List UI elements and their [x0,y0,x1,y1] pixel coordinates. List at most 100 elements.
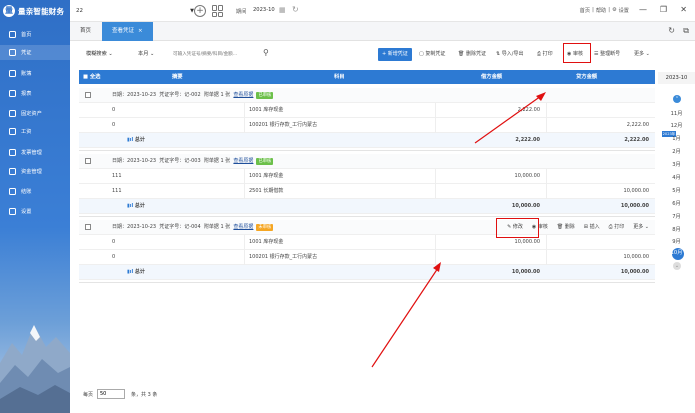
period-value[interactable]: 2023-10 [253,7,275,13]
sidebar-item-funds[interactable]: 资金管理 [0,164,70,179]
minimize-icon[interactable]: — [639,5,647,14]
entry-row: 0 100201 银行存款_工行内蒙古 2,222.00 [79,118,655,133]
asset-icon [9,110,16,117]
trash-icon: 🗑 [556,224,565,230]
calendar-icon[interactable]: ▦ [279,6,286,14]
month-item[interactable]: 3月 [658,161,695,170]
sidebar-item-invoices[interactable]: 发票管理 [0,145,70,160]
month-item[interactable]: 5月 [658,187,695,196]
chevron-down-icon[interactable]: ⌄ [673,262,681,270]
new-voucher-button[interactable]: + 新增凭证 [378,48,412,61]
sidebar-item-settings[interactable]: 设置 [0,204,70,219]
reload-icon[interactable]: ↻ [668,26,675,35]
select-all[interactable]: ■ 全选 [83,70,100,84]
refresh-icon[interactable]: ↻ [292,5,299,14]
month-item[interactable]: 1月 [658,135,695,144]
report-icon [9,90,16,97]
sidebar-item-voucher[interactable]: 凭证 [0,45,70,60]
button-label: 插入 [589,224,600,230]
entry-row: 0 100201 银行存款_工行内蒙古 10,000.00 [79,250,655,265]
sidebar-item-label: 结账 [21,189,32,195]
copy-voucher-button[interactable]: ▢ 复制凭证 [419,48,445,61]
month-item-selected[interactable]: 10月 [658,249,695,258]
voucher-group: 日期：2023-10-23 凭证字号：记-003 附单据 1 张 查看原据 已审核… [79,154,655,217]
attachment-count: 1 张 [220,158,231,164]
view-source-link[interactable]: 查看原据 [233,92,253,98]
total-credit: 2,222.00 [624,137,649,143]
sidebar-item-fixed-assets[interactable]: 固定资产 [0,106,70,121]
search-input[interactable] [173,48,265,60]
sidebar-item-payroll[interactable]: 工资 [0,124,70,139]
table-header: ■ 全选 摘要 科目 借方金额 贷方金额 [79,70,655,84]
month-item[interactable]: 8月 [658,226,695,235]
sidebar-item-closing[interactable]: 结账 [0,184,70,199]
reorder-numbers-button[interactable]: ☰ 整理断号 [594,48,620,61]
tab-bar: 首页 查看凭证 × ↻ ⧉ [70,22,695,41]
row-delete-button[interactable]: 🗑 删除 [557,220,575,235]
window-icon[interactable]: ⧉ [683,26,689,36]
insert-button[interactable]: ⊞ 插入 [584,220,600,235]
voucher-checkbox[interactable] [85,158,91,164]
voucher-checkbox[interactable] [85,92,91,98]
header-summary: 摘要 [172,74,183,80]
search-icon[interactable]: ⚲ [263,48,269,57]
row-print-button[interactable]: ⎙ 打印 [609,220,625,235]
sidebar-item-label: 发票管理 [21,150,42,156]
account-select[interactable]: 22 ▼ [76,5,194,17]
import-export-button[interactable]: ⇅ 导入/导出 [496,48,523,61]
pagination-footer: 每页 条，共 3 条 [79,387,655,401]
print-button[interactable]: ⎙ 打印 [537,48,553,61]
highlight-box-row-audit [496,218,539,238]
per-page-input[interactable] [97,389,125,399]
trash-icon: 🗑 [458,51,466,57]
entry-subject: 100201 银行存款_工行内蒙古 [249,122,318,128]
search-type-label: 模糊搜索 [86,51,107,57]
delete-voucher-button[interactable]: 🗑 删除凭证 [458,48,486,61]
chevron-down-icon: ⌄ [150,51,155,57]
scope-select[interactable]: 本月 ⌄ [138,50,154,57]
grid-apps-icon[interactable] [212,5,224,17]
top-link-help[interactable]: 帮助 [596,7,606,14]
sidebar-item-label: 首页 [21,32,32,38]
view-source-link[interactable]: 查看原据 [233,224,253,230]
sidebar-item-reports[interactable]: 报表 [0,86,70,101]
month-item[interactable]: 9月 [658,238,695,247]
chevron-up-icon[interactable]: ⌃ [673,95,681,103]
voucher-checkbox[interactable] [85,224,91,230]
sidebar-item-label: 资金管理 [21,169,42,175]
search-type-select[interactable]: 模糊搜索 ⌄ [86,50,113,57]
date-label: 日期： [112,158,128,164]
view-source-link[interactable]: 查看原据 [233,158,253,164]
entry-credit: 2,222.00 [626,122,649,128]
month-item[interactable]: 6月 [658,200,695,209]
close-icon[interactable]: ✕ [680,5,687,14]
month-item[interactable]: 12月 [658,122,695,131]
entry-subject: 1001 库存现金 [249,107,284,113]
add-circle-icon[interactable]: + [194,5,206,17]
top-link-home[interactable]: 首页 [580,7,590,14]
attachment-count: 1 张 [220,92,231,98]
sidebar-item-ledger[interactable]: 账簿 [0,66,70,81]
month-item[interactable]: 4月 [658,174,695,183]
sidebar-item-home[interactable]: 首页 [0,27,70,42]
status-badge: 已审核 [256,158,274,165]
close-tab-icon[interactable]: × [138,28,143,34]
maximize-icon[interactable]: ❐ [660,5,667,14]
button-label: 删除凭证 [465,51,486,57]
button-label: 更多 [633,224,644,230]
button-label: 审核 [537,224,548,230]
row-more-button[interactable]: 更多 ⌄ [633,220,649,235]
more-button[interactable]: 更多 ⌄ [634,48,650,61]
month-item[interactable]: 7月 [658,213,695,222]
attachments-label: 附单据 [203,92,219,98]
month-item[interactable]: 2月 [658,148,695,157]
month-item[interactable]: 11月 [658,110,695,119]
total-row: ▮ıl 总计 10,000.00 10,000.00 [79,199,655,214]
voucher-table: ■ 全选 摘要 科目 借方金额 贷方金额 日期：2023-10-23 凭证字号：… [79,70,655,380]
top-link-settings[interactable]: 设置 [619,7,629,14]
tab-view-voucher[interactable]: 查看凭证 × [102,22,153,41]
top-links: 首页 | 帮助 | ⚙ 设置 [579,7,629,14]
status-badge: 未审核 [256,224,274,231]
top-bar: 22 ▼ + 期间 2023-10 ▦ ↻ 首页 | 帮助 | ⚙ 设置 — ❐ ✕ [70,0,695,22]
tab-home[interactable]: 首页 [70,22,101,41]
